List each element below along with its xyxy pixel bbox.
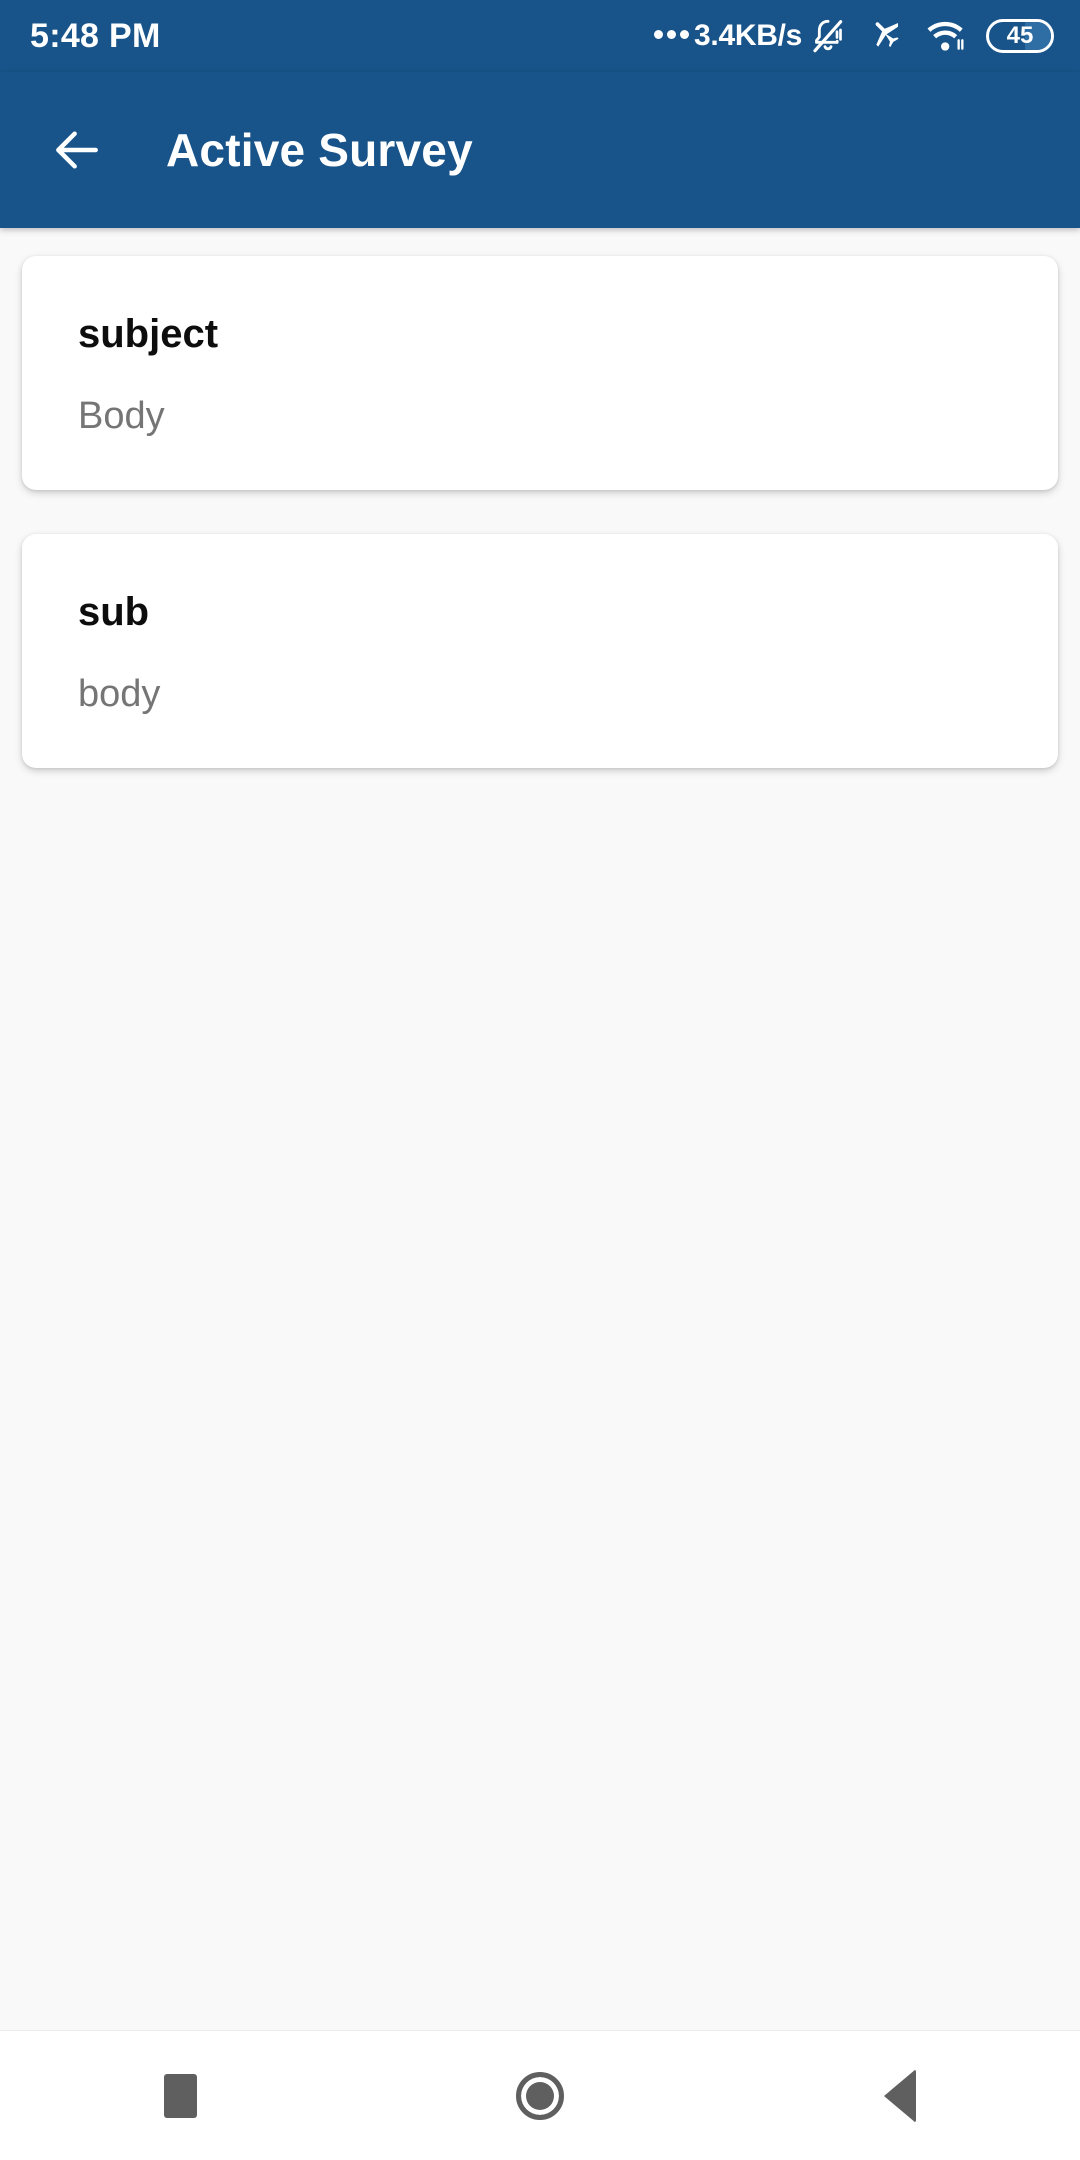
network-speed-label: 3.4KB/s [694,19,802,52]
back-button[interactable] [720,2031,1080,2160]
status-bar: 5:48 PM 3.4KB/s 45 [0,0,1080,72]
airplane-mode-icon [866,16,906,56]
survey-card-body: body [78,672,161,715]
battery-icon: 45 [986,19,1054,53]
triangle-left-icon [884,2068,916,2123]
survey-card[interactable]: subject Body [22,256,1058,490]
square-icon [163,2073,197,2118]
network-dots-icon [654,29,690,43]
android-navigation-bar [0,2030,1080,2160]
status-bar-clock: 5:48 PM [30,16,161,55]
app-bar: Active Survey [0,72,1080,228]
wifi-icon [924,16,968,56]
phone-screen: 5:48 PM 3.4KB/s 45 Active Survey subject… [0,0,1080,2160]
survey-card-title: subject [78,312,219,356]
battery-level-label: 45 [1006,22,1034,49]
circle-icon [516,2071,564,2120]
back-arrow-icon[interactable] [46,119,108,181]
status-bar-icons: 3.4KB/s 45 [654,16,1054,56]
page-title: Active Survey [166,124,473,176]
survey-card-body: Body [78,395,165,437]
mute-bell-icon [808,16,848,56]
recents-button[interactable] [0,2031,360,2160]
survey-card[interactable]: sub body [22,533,1058,768]
survey-list: subject Body sub body [0,228,1080,2030]
survey-card-title: sub [78,589,150,634]
home-button[interactable] [360,2031,720,2160]
